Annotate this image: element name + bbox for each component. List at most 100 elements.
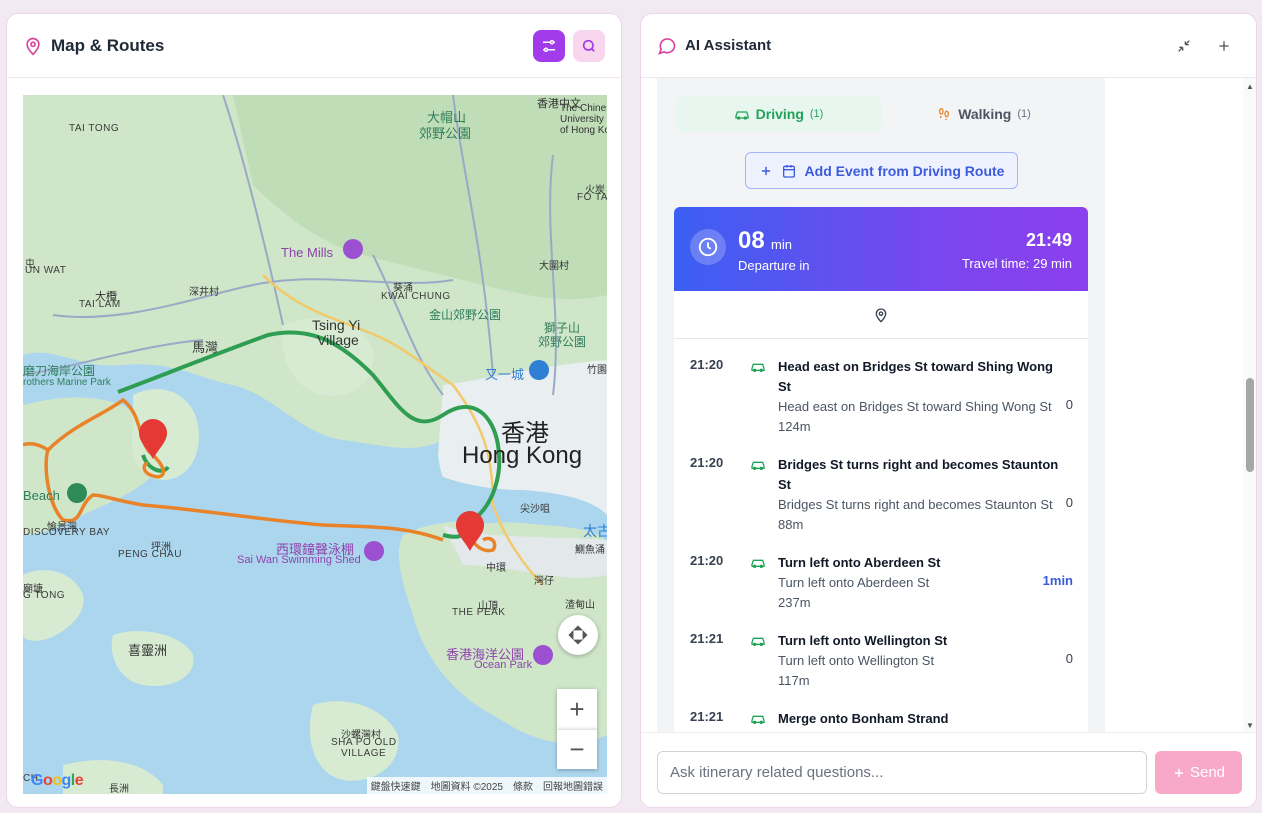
map-label: Hong Kong: [462, 442, 583, 469]
plus-icon: [761, 166, 770, 175]
swimming-shed-poi-icon[interactable]: [364, 541, 384, 561]
route-location-row: [674, 291, 1088, 339]
car-icon: [751, 715, 765, 724]
map-label: G TONG: [23, 590, 66, 601]
map-label: 深井村: [189, 287, 219, 298]
ocean-park-poi-icon[interactable]: [533, 645, 553, 665]
step-description: Bridges St turns right and becomes Staun…: [778, 497, 1053, 512]
step-title: Bridges St turns right and becomes Staun…: [778, 457, 1059, 492]
beach-poi-icon[interactable]: [67, 483, 87, 503]
car-icon: [751, 637, 765, 646]
step-distance: 88m: [778, 517, 804, 532]
zoom-in-button[interactable]: +: [557, 689, 597, 729]
step-distance: 117m: [778, 673, 810, 688]
map-panel: Map & Routes TAI TONG 大帽山 郊野公園 香港中文 The …: [6, 13, 622, 808]
collapse-button[interactable]: [1168, 30, 1200, 62]
attribution-link[interactable]: 鍵盤快速鍵: [371, 778, 421, 793]
ai-message-area[interactable]: Driving (1) Walking (1) Add Event from D…: [641, 78, 1243, 732]
step-time: 21:20: [690, 357, 724, 372]
step-time: 21:21: [690, 709, 724, 724]
map-panel-header: Map & Routes: [7, 14, 621, 78]
move-arrows-icon: [568, 625, 588, 645]
send-button[interactable]: Send: [1155, 751, 1242, 794]
step-title: Merge onto Bonham Strand: [778, 711, 949, 726]
step-distance: 237m: [778, 595, 811, 610]
add-event-button[interactable]: Add Event from Driving Route: [745, 152, 1018, 189]
map-label: SHA PO OLD: [331, 737, 397, 748]
chat-input[interactable]: [657, 751, 1147, 794]
map-label: 渣甸山: [565, 600, 595, 611]
calendar-icon: [782, 164, 795, 178]
map-label: The Chine: [560, 103, 607, 114]
tab-driving[interactable]: Driving (1): [676, 96, 881, 132]
footprints-icon: [939, 108, 950, 120]
attribution-link[interactable]: 條款: [513, 778, 533, 793]
route-origin-marker[interactable]: [137, 418, 169, 460]
plus-icon: [1219, 40, 1229, 51]
attribution-link[interactable]: 回報地圖錯誤: [543, 778, 603, 793]
map-label: UN WAT: [25, 265, 67, 276]
send-label: Send: [1189, 764, 1226, 781]
map-attribution: 鍵盤快速鍵 地圖資料 ©2025 條款 回報地圖錯誤: [366, 777, 607, 794]
map-label: FO TAN: [577, 192, 607, 203]
map-label: DISCOVERY BAY: [23, 527, 111, 538]
step-title: Turn left onto Aberdeen St: [778, 555, 941, 570]
map-label: 尖沙咀: [520, 504, 550, 515]
travel-mode-tabs: Driving (1) Walking (1): [676, 96, 1086, 132]
ai-panel-header: AI Assistant: [641, 14, 1256, 78]
step-time: 21:20: [690, 455, 724, 470]
map-label: TAI TONG: [69, 123, 120, 134]
travel-time: Travel time: 29 min: [961, 256, 1072, 271]
step-description: Turn left onto Aberdeen St: [778, 575, 930, 590]
map-label: 郊野公園: [419, 126, 472, 141]
zoom-out-button[interactable]: −: [557, 729, 597, 769]
mall-poi-icon[interactable]: [529, 360, 549, 380]
the-mills-poi-icon[interactable]: [343, 239, 363, 259]
car-icon: [751, 363, 765, 372]
map-label: 長洲: [109, 784, 129, 794]
arrival-time: 21:49: [1025, 230, 1072, 250]
route-filter-button[interactable]: [533, 29, 565, 62]
new-chat-button[interactable]: [1208, 30, 1240, 62]
map-pin-icon: [23, 36, 43, 56]
map-label: of Hong Ko: [560, 125, 607, 136]
tab-walking-label: Walking: [958, 106, 1012, 122]
route-step: 21:20 Head east on Bridges St toward Shi…: [674, 357, 1088, 437]
map-label: Beach: [23, 488, 60, 503]
map-label: Village: [317, 332, 359, 348]
attribution-link: 地圖資料 ©2025: [430, 782, 503, 793]
car-icon: [751, 559, 765, 568]
map-label: 喜靈洲: [128, 643, 168, 658]
scroll-up-icon[interactable]: ▲: [1246, 82, 1254, 91]
location-pin-icon: [875, 307, 887, 323]
map-label: The Mills: [281, 245, 334, 260]
map-view[interactable]: TAI TONG 大帽山 郊野公園 香港中文 The Chine Univers…: [23, 95, 607, 794]
step-title: Turn left onto Wellington St: [778, 633, 948, 648]
route-summary: 08 min Departure in 21:49 Travel time: 2…: [674, 207, 1088, 291]
scroll-down-icon[interactable]: ▼: [1246, 721, 1254, 730]
car-icon: [751, 461, 765, 470]
scrollbar-thumb[interactable]: [1246, 378, 1254, 472]
map-label: Ocean Park: [474, 659, 533, 671]
ai-scrollbar[interactable]: ▲ ▼: [1243, 78, 1256, 732]
map-label: 竹園: [587, 365, 607, 376]
tab-walking[interactable]: Walking (1): [881, 96, 1086, 132]
departure-unit: min: [771, 237, 792, 252]
map-label: TAI LAM: [79, 299, 121, 310]
step-duration: 0: [1065, 397, 1073, 412]
map-pan-button[interactable]: [558, 615, 598, 655]
route-card: 08 min Departure in 21:49 Travel time: 2…: [674, 207, 1088, 732]
add-event-label: Add Event from Driving Route: [804, 162, 1005, 179]
map-label: 又一城: [485, 367, 525, 382]
map-label: 郊野公園: [538, 335, 587, 349]
route-destination-marker[interactable]: [454, 510, 486, 552]
step-duration: 1min: [1042, 573, 1073, 588]
step-description: Turn left onto Wellington St: [778, 653, 935, 668]
map-label: Sai Wan Swimming Shed: [237, 554, 361, 566]
map-label: VILLAGE: [341, 748, 387, 759]
map-label: 灣仔: [534, 576, 554, 587]
tab-driving-label: Driving: [755, 106, 804, 122]
map-search-button[interactable]: [573, 29, 605, 62]
map-label: 太古: [583, 523, 607, 539]
route-step: 21:20 Bridges St turns right and becomes…: [674, 455, 1088, 535]
